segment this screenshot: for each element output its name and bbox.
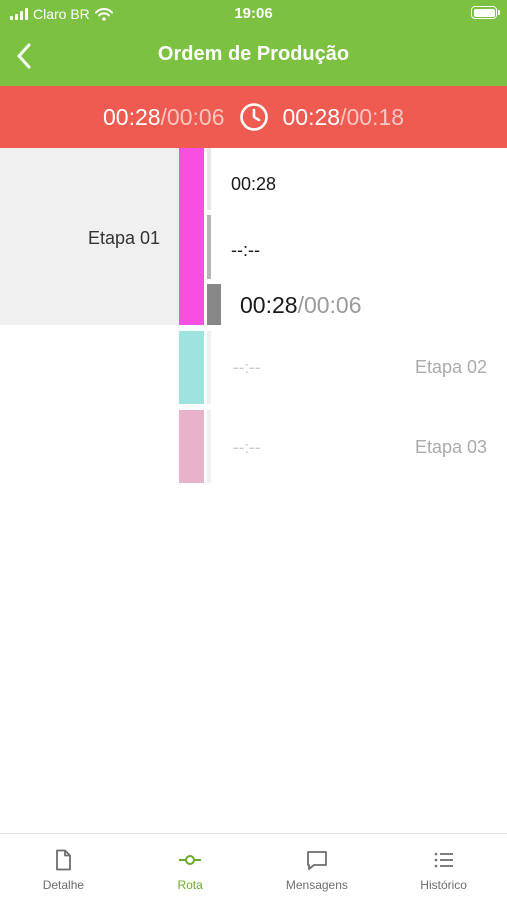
- clock-icon: [239, 103, 268, 131]
- tab-label: Detalhe: [42, 878, 85, 892]
- timeline-line: [207, 410, 211, 483]
- timeline-line: [207, 331, 211, 404]
- stage-row-etapa-02[interactable]: Etapa 02 --:--: [0, 325, 507, 405]
- stage-value-elapsed: 00:28: [240, 292, 298, 318]
- stage-label: Etapa 01: [87, 228, 160, 248]
- timeline-line: [207, 148, 211, 210]
- stage-value-mid: --:--: [231, 240, 260, 260]
- timer-right-elapsed: 00:28: [282, 103, 341, 130]
- stage-color-bar: [179, 410, 204, 483]
- stage-value: --:--: [233, 358, 261, 377]
- tab-bar: Detalhe Rota Mensagens Histórico: [0, 833, 507, 900]
- status-time: 19:06: [234, 5, 273, 22]
- page-title: Ordem de Produção: [157, 43, 350, 65]
- status-bar: Claro BR 19:06: [0, 0, 507, 27]
- tab-detalhe[interactable]: Detalhe: [0, 834, 127, 900]
- timeline-progress-marker: [207, 284, 221, 325]
- tab-rota[interactable]: Rota: [127, 834, 254, 900]
- tab-label: Histórico: [420, 878, 467, 892]
- battery-icon: [471, 6, 500, 19]
- stage-label: Etapa 02: [414, 357, 487, 377]
- timer-bar: 00:28 /00:06 00:28 /00:18: [0, 86, 507, 148]
- route-icon: [179, 855, 202, 865]
- tab-label: Rota: [177, 878, 203, 892]
- stage-value: --:--: [233, 438, 261, 457]
- stage-value-time: 00:28/00:06: [240, 292, 362, 319]
- stage-color-bar: [179, 331, 204, 404]
- stage-label: Etapa 03: [414, 437, 487, 457]
- stage-row-etapa-01[interactable]: Etapa 01 00:28 --:-- 00:28/00:06: [0, 148, 507, 325]
- stage-color-bar: [179, 148, 204, 325]
- nav-bar: Ordem de Produção: [0, 27, 507, 86]
- tab-historico[interactable]: Histórico: [380, 834, 507, 900]
- stage-value-top: 00:28: [231, 174, 277, 194]
- timer-right-total: /00:18: [340, 103, 405, 130]
- stage-label-area: Etapa 01: [0, 148, 179, 325]
- document-icon: [56, 849, 72, 871]
- tab-mensagens[interactable]: Mensagens: [254, 834, 381, 900]
- timer-left-elapsed: 00:28: [102, 103, 161, 130]
- message-icon: [306, 851, 327, 870]
- stage-row-etapa-03[interactable]: Etapa 03 --:--: [0, 405, 507, 485]
- timeline-line: [207, 215, 211, 279]
- stage-value-total: /00:06: [297, 292, 362, 318]
- list-icon: [434, 852, 453, 868]
- timer-left-total: /00:06: [160, 103, 225, 130]
- tab-label: Mensagens: [285, 878, 348, 892]
